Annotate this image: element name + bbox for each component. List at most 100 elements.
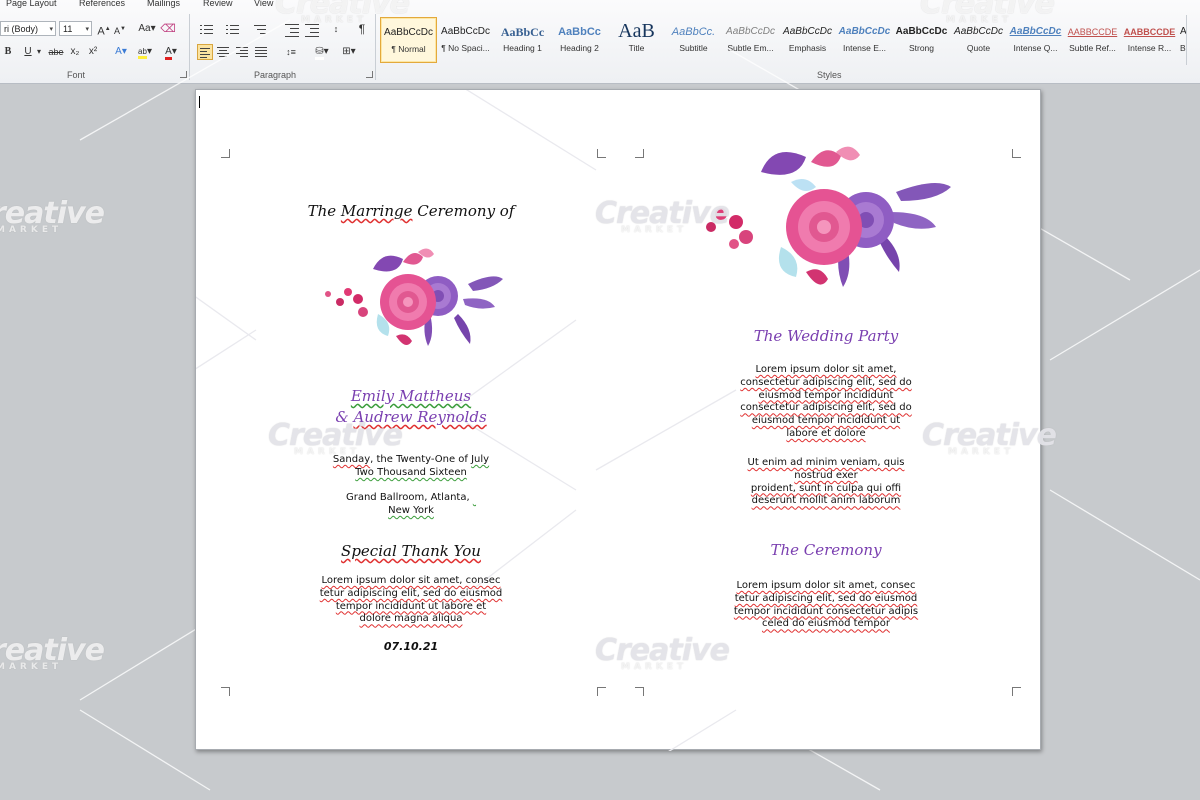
thanks-title: Special Thank You — [236, 542, 586, 560]
increase-indent-button[interactable] — [305, 21, 321, 37]
shading-button[interactable]: ⛁▾ — [311, 44, 333, 60]
shrink-font-button[interactable]: A▼ — [112, 21, 128, 37]
style-subtitle[interactable]: AaBbCc. Subtitle — [665, 17, 722, 63]
ceremony-heading: The Marringe Ceremony of — [236, 202, 586, 220]
watermark-line — [1049, 269, 1200, 361]
party-line: deserunt mollit anim laborum — [751, 495, 901, 507]
style-intense-quote[interactable]: AaBbCcDc Intense Q... — [1007, 17, 1064, 63]
tab-references[interactable]: References — [79, 0, 125, 8]
watermark-text: Creative — [0, 633, 105, 668]
thanks-paragraph: Lorem ipsum dolor sit amet, consec tetur… — [236, 575, 586, 626]
style-title[interactable]: AaB Title — [608, 17, 665, 63]
style-normal[interactable]: AaBbCcDc ¶ Normal — [380, 17, 437, 63]
ceremony-title: The Ceremony — [651, 541, 1001, 559]
tab-review[interactable]: Review — [203, 0, 233, 8]
grow-font-button[interactable]: A▲ — [96, 21, 112, 38]
style-sample: AaBbCc — [500, 25, 545, 39]
numbering-button[interactable] — [226, 21, 242, 37]
eraser-icon: ⌫ — [160, 23, 176, 35]
paragraph-dialog-launcher-icon[interactable] — [366, 71, 373, 78]
font-dialog-launcher-icon[interactable] — [180, 71, 187, 78]
line-spacing-button[interactable]: ↕≡ — [281, 44, 301, 60]
date-text: Two Thousand Sixteen — [355, 466, 467, 478]
style-sample: AABBCCDE — [1067, 27, 1118, 37]
leaf-shape — [468, 276, 503, 291]
style-intense-emphasis[interactable]: AaBbCcDc Intense E... — [836, 17, 893, 63]
text-effects-button[interactable]: A▾ — [111, 44, 131, 60]
party-line: eiusmod tempor incididunt ut — [751, 415, 901, 427]
sort-icon: ↕ — [333, 24, 339, 34]
event-date-block: Sanday, the Twenty-One of July Two Thous… — [236, 454, 586, 480]
style-quote[interactable]: AaBbCcDc Quote — [950, 17, 1007, 63]
name-groom: Audrew Reynolds — [353, 408, 487, 426]
group-divider — [375, 14, 376, 80]
style-strong[interactable]: AaBbCcDc Strong — [893, 17, 950, 63]
petal-shape — [791, 178, 816, 191]
style-name: Heading 1 — [503, 43, 542, 53]
highlighter-icon: ab — [138, 47, 147, 59]
superscript-button[interactable]: x² — [85, 44, 101, 60]
style-sample: AaBbCcDc — [441, 26, 490, 37]
bullets-button[interactable] — [200, 21, 216, 37]
font-color-button[interactable]: A▾ — [161, 44, 181, 60]
style-emphasis[interactable]: AaBbCcDc Emphasis — [779, 17, 836, 63]
chevron-down-icon: ▾ — [85, 26, 89, 33]
change-case-button[interactable]: Aa▾ — [137, 21, 157, 37]
splash-shape — [778, 247, 798, 277]
heading-prefix: The — [307, 202, 341, 220]
subscript-button[interactable]: x₂ — [67, 44, 83, 60]
font-size-combo[interactable]: 11 ▾ — [59, 21, 92, 36]
decrease-indent-button[interactable] — [285, 21, 301, 37]
styles-gallery-scroll[interactable] — [1186, 15, 1200, 65]
style-intense-reference[interactable]: AABBCCDE Intense R... — [1121, 17, 1178, 63]
thanks-line: Lorem ipsum dolor sit amet, consec — [321, 575, 501, 586]
style-name: Title — [628, 43, 645, 53]
petal-shape — [396, 334, 412, 345]
align-left-button[interactable] — [197, 44, 213, 60]
thanks-line: tetur adipiscing elit, sed do eiusmod — [319, 587, 503, 599]
berry-shape — [353, 294, 363, 304]
style-sample: AaBbCcDc — [838, 26, 891, 37]
style-heading-1[interactable]: AaBbCc Heading 1 — [494, 17, 551, 63]
pilcrow-icon: ¶ — [358, 22, 366, 36]
justify-button[interactable] — [254, 44, 270, 60]
styles-gallery: AaBbCcDc ¶ Normal AaBbCcDc ¶ No Spaci...… — [379, 15, 1187, 65]
bold-button[interactable]: B — [0, 44, 16, 60]
change-case-icon: Aa — [138, 23, 151, 34]
align-right-button[interactable] — [235, 44, 251, 60]
show-formatting-button[interactable]: ¶ — [354, 21, 370, 37]
style-no-spacing[interactable]: AaBbCcDc ¶ No Spaci... — [437, 17, 494, 63]
strikethrough-button[interactable]: abe — [46, 44, 66, 60]
tab-view[interactable]: View — [254, 0, 273, 8]
style-subtle-emphasis[interactable]: AaBbCcDc Subtle Em... — [722, 17, 779, 63]
party-line: Ut enim ad minim veniam, quis — [747, 457, 905, 468]
tab-mailings[interactable]: Mailings — [147, 0, 180, 8]
sort-button[interactable]: ↕ — [328, 21, 344, 37]
ceremony-line: tempor incididunt consectetur adipis — [733, 605, 919, 617]
ampersand: & — [335, 408, 354, 426]
tab-page-layout[interactable]: Page Layout — [6, 0, 57, 8]
date-text: July — [471, 454, 490, 465]
document-page[interactable]: The Marringe Ceremony of Emily Mattheus … — [195, 89, 1041, 751]
date-text: , the Twenty-One of — [370, 454, 472, 465]
highlight-button[interactable]: ab▾ — [135, 44, 155, 60]
ceremony-line: tetur adipiscing elit, sed do eiusmod — [734, 592, 918, 604]
borders-button[interactable]: ⊞▾ — [338, 44, 360, 60]
watermark-line — [1049, 489, 1200, 581]
style-sample: AaBbCcDc — [1009, 26, 1062, 37]
group-divider — [189, 14, 190, 80]
font-name-combo[interactable]: ri (Body) ▾ — [0, 21, 56, 36]
party-line: nostrud exer — [794, 469, 858, 481]
berry-shape — [325, 291, 331, 297]
underline-dropdown[interactable]: ▾ — [34, 44, 44, 60]
style-sample: AaBbCc. — [671, 26, 716, 38]
date-text: Sanday — [332, 454, 371, 465]
style-heading-2[interactable]: AaBbCc Heading 2 — [551, 17, 608, 63]
clear-formatting-button[interactable]: ⌫ — [160, 21, 176, 37]
style-subtle-reference[interactable]: AABBCCDE Subtle Ref... — [1064, 17, 1121, 63]
align-center-button[interactable] — [216, 44, 232, 60]
multilevel-list-button[interactable] — [254, 21, 270, 37]
berry-shape — [729, 239, 739, 249]
party-line: consectetur adipiscing elit, sed do — [740, 376, 912, 388]
berry-shape — [344, 288, 352, 296]
